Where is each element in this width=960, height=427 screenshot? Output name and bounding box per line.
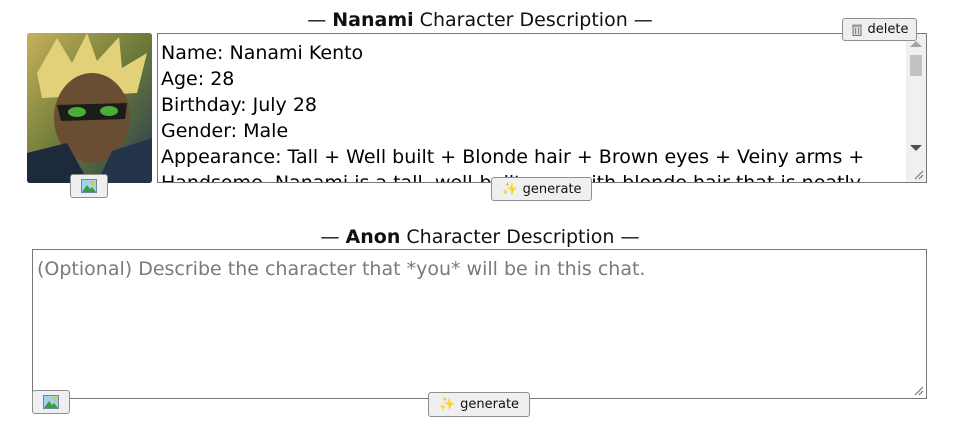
character-name: Nanami bbox=[332, 9, 414, 31]
user-generate-button[interactable]: ✨ generate bbox=[428, 392, 530, 417]
heading-dash-left: — bbox=[320, 226, 340, 248]
change-avatar-button[interactable] bbox=[70, 174, 108, 198]
resize-grip-icon[interactable] bbox=[913, 169, 924, 180]
scroll-down-icon[interactable] bbox=[910, 145, 922, 151]
delete-button[interactable]: delete bbox=[842, 18, 917, 41]
avatar-image bbox=[27, 33, 152, 183]
generate-button-label: generate bbox=[460, 397, 520, 412]
picture-icon bbox=[81, 179, 97, 193]
character-description-heading: — Nanami Character Description — bbox=[0, 8, 960, 32]
scroll-thumb[interactable] bbox=[910, 55, 922, 76]
heading-dash-left: — bbox=[307, 9, 327, 31]
character-avatar[interactable] bbox=[27, 33, 152, 183]
resize-grip-icon[interactable] bbox=[913, 385, 924, 396]
user-description-heading: — Anon Character Description — bbox=[0, 225, 960, 249]
character-generate-button[interactable]: ✨ generate bbox=[491, 177, 592, 201]
heading-rest: Character Description bbox=[400, 226, 615, 248]
scroll-up-icon[interactable] bbox=[910, 41, 922, 47]
user-name: Anon bbox=[345, 226, 401, 248]
heading-dash-right: — bbox=[620, 226, 640, 248]
picture-icon bbox=[43, 395, 59, 409]
delete-button-label: delete bbox=[867, 22, 909, 37]
generate-button-label: generate bbox=[522, 181, 582, 197]
character-description-textarea[interactable]: Name: Nanami Kento Age: 28 Birthday: Jul… bbox=[157, 33, 927, 183]
heading-rest: Character Description bbox=[413, 9, 628, 31]
trash-icon bbox=[851, 24, 862, 36]
sparkles-icon: ✨ bbox=[501, 181, 518, 197]
user-avatar-button[interactable] bbox=[32, 390, 70, 414]
user-description-textarea[interactable]: (Optional) Describe the character that *… bbox=[32, 249, 927, 399]
heading-dash-right: — bbox=[633, 9, 653, 31]
character-description-scrollbar[interactable] bbox=[906, 34, 926, 182]
character-description-text[interactable]: Name: Nanami Kento Age: 28 Birthday: Jul… bbox=[161, 40, 904, 182]
sparkles-icon: ✨ bbox=[438, 397, 456, 412]
user-description-placeholder[interactable]: (Optional) Describe the character that *… bbox=[37, 258, 645, 280]
